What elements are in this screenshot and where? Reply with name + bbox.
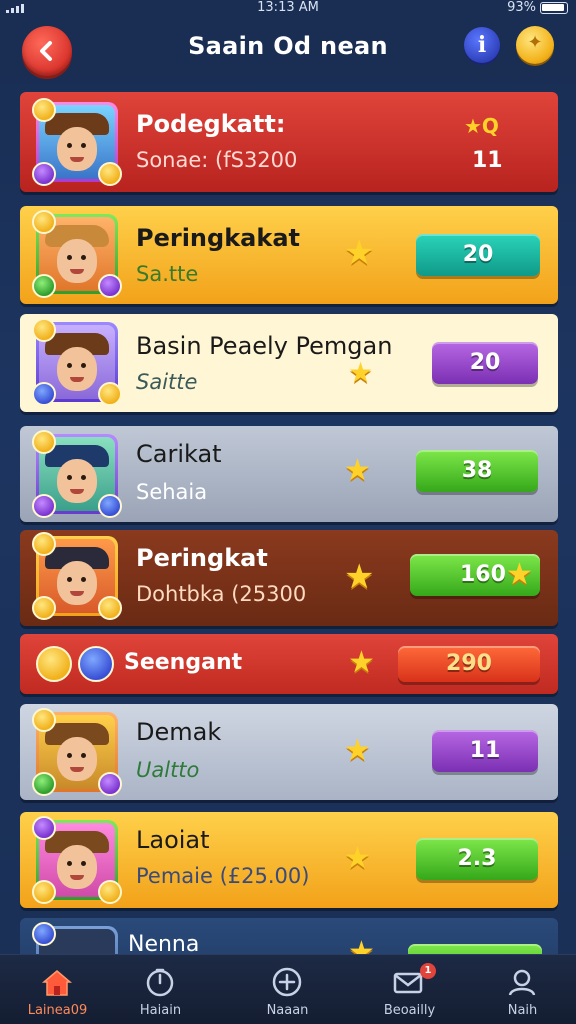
gem-badge-icon (32, 816, 56, 840)
player-subtitle: Sa.tte (136, 262, 199, 286)
nav-label: Naih (507, 1003, 538, 1018)
nav-item-profile[interactable]: Naih (465, 955, 576, 1024)
player-score: 290 (398, 646, 540, 682)
coin-badge-icon (36, 646, 72, 682)
rank-card[interactable]: Laoiat Pemaie (£25.00) ★ 2.3 (20, 812, 558, 908)
player-avatar (32, 708, 122, 796)
battery-icon (540, 2, 568, 14)
star-icon: ★ (344, 841, 371, 876)
plus-circle-icon (272, 967, 302, 997)
player-avatar (32, 922, 118, 954)
nav-item-mail[interactable]: 1 Beoailly (352, 955, 467, 1024)
star-icon: ★ (506, 557, 533, 592)
rank-card[interactable]: Peringkat Dohtbka (25300 ★ 160 ★ (20, 530, 558, 626)
player-score: 38 (416, 450, 538, 492)
player-subtitle: Sonae: (fS3200 (136, 148, 298, 172)
player-score: 20 (416, 234, 540, 276)
star-icon: ★ (344, 557, 375, 597)
status-time: 13:13 AM (257, 0, 319, 15)
player-score: 2.3 (416, 838, 538, 880)
player-subtitle: Saitte (136, 370, 198, 394)
player-score (408, 944, 542, 954)
bottom-nav: Lainea09 Haiain Naaan 1 Beoailly Naih (0, 954, 576, 1024)
home-icon (41, 970, 73, 996)
coin-badge-icon (32, 430, 56, 454)
battery-percent: 93% (507, 0, 536, 15)
player-avatar (32, 816, 122, 904)
gem-badge-icon (32, 772, 56, 796)
player-avatar (32, 532, 122, 620)
rank-card[interactable]: Carikat Sehaia ★ 38 (20, 426, 558, 522)
player-score: 20 (432, 342, 538, 384)
ranking-list[interactable]: Podegkatt: Sonae: (fS3200 ★Q 11 Peringka… (0, 82, 576, 954)
player-subtitle: Pemaie (£25.00) (136, 864, 310, 888)
gem-badge-icon (32, 494, 56, 518)
player-avatar (32, 98, 122, 186)
player-name: Carikat (136, 440, 222, 468)
info-button[interactable]: i (464, 27, 500, 63)
nav-item-add[interactable]: Naaan (230, 955, 345, 1024)
star-icon: ★ (348, 645, 375, 680)
rank-card[interactable]: Nenna ★ (20, 918, 558, 954)
player-name: Laoiat (136, 826, 210, 854)
coin-badge-icon (32, 98, 56, 122)
player-subtitle: Ualtto (136, 758, 200, 782)
gem-badge-icon (32, 922, 56, 946)
nav-label: Beoailly (383, 1003, 436, 1018)
gem-badge-icon (98, 274, 122, 298)
rank-card[interactable]: Seengant ★ 290 (20, 634, 558, 694)
player-name: Peringkat (136, 544, 268, 572)
rank-card[interactable]: Podegkatt: Sonae: (fS3200 ★Q 11 (20, 92, 558, 192)
gem-badge-icon (78, 646, 114, 682)
notification-badge: 1 (420, 963, 436, 979)
player-name: Nenna (128, 932, 200, 954)
player-avatar (32, 430, 122, 518)
player-name: Peringkakat (136, 224, 300, 252)
player-name: Demak (136, 718, 222, 746)
coin-badge-icon (32, 210, 56, 234)
gem-badge-icon (32, 382, 56, 406)
star-icon: ★ (348, 356, 374, 389)
coin-badge-icon (32, 532, 56, 556)
star-icon: ★ (344, 733, 371, 768)
player-name: Seengant (124, 650, 243, 675)
gem-badge-icon (32, 274, 56, 298)
rank-card[interactable]: Basin Peaely Pemgan Saitte ★ 20 (20, 314, 558, 412)
rank-card[interactable]: Demak Ualtto ★ 11 (20, 704, 558, 800)
nav-label: Haiain (139, 1003, 182, 1018)
star-icon: ★ (348, 935, 375, 955)
coin-badge-icon (32, 596, 56, 620)
player-score: 11 (432, 730, 538, 772)
player-score: 11 (472, 148, 503, 173)
star-icon: ★ (344, 453, 371, 488)
player-subtitle: Dohtbka (25300 (136, 582, 307, 606)
gem-badge-icon (32, 162, 56, 186)
coin-badge-icon (98, 162, 122, 186)
nav-item-timer[interactable]: Haiain (103, 955, 218, 1024)
header: Saain Od nean i (0, 18, 576, 80)
nav-label: Lainea09 (27, 1003, 88, 1018)
coin-icon[interactable] (516, 26, 554, 64)
player-subtitle: Sehaia (136, 480, 208, 504)
coin-badge-icon (98, 880, 122, 904)
coin-badge-icon (32, 880, 56, 904)
coin-badge-icon (98, 596, 122, 620)
profile-icon (508, 969, 536, 996)
star-rating-label: ★Q (464, 114, 499, 138)
coin-badge-icon (32, 708, 56, 732)
nav-label: Naaan (266, 1003, 309, 1018)
timer-icon (146, 968, 174, 997)
status-bar: 13:13 AM 93% (0, 0, 576, 18)
nav-item-home[interactable]: Lainea09 (0, 955, 115, 1024)
star-icon: ★ (344, 233, 375, 273)
coin-badge-icon (32, 318, 56, 342)
player-avatar (32, 210, 122, 298)
coin-badge-icon (98, 382, 122, 406)
player-name: Podegkatt: (136, 110, 286, 138)
gem-badge-icon (98, 494, 122, 518)
gem-badge-icon (98, 772, 122, 796)
rank-card[interactable]: Peringkakat Sa.tte ★ 20 (20, 206, 558, 304)
player-avatar (32, 318, 122, 406)
